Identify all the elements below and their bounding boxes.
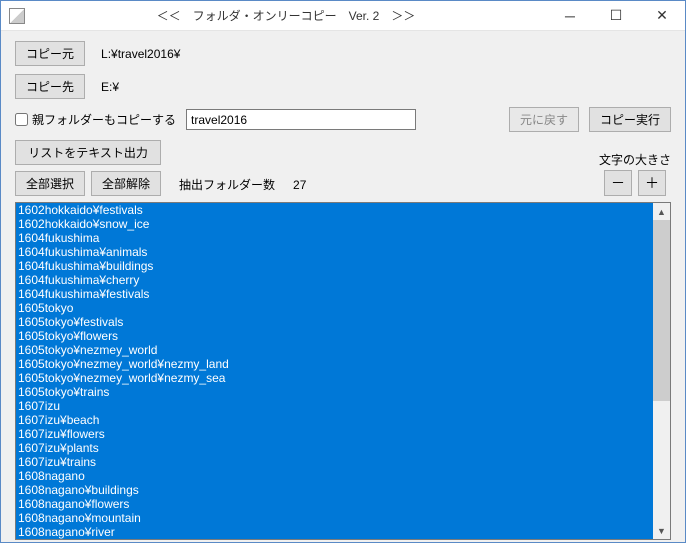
scroll-up-button[interactable]: ▲ <box>653 203 670 220</box>
folder-count-wrap: 抽出フォルダー数 27 <box>179 176 306 196</box>
list-item[interactable]: 1607izu¥plants <box>16 441 653 455</box>
font-size-minus-button[interactable]: － <box>604 170 632 196</box>
list-item[interactable]: 1608nagano¥buildings <box>16 483 653 497</box>
options-row: 親フォルダーもコピーする 元に戻す コピー実行 <box>15 107 671 132</box>
scroll-down-button[interactable]: ▼ <box>653 522 670 539</box>
app-icon <box>9 8 25 24</box>
list-item[interactable]: 1607izu¥beach <box>16 413 653 427</box>
list-item[interactable]: 1605tokyo¥festivals <box>16 315 653 329</box>
scroll-thumb[interactable] <box>653 220 670 401</box>
source-row: コピー元 L:¥travel2016¥ <box>15 41 671 66</box>
titlebar: ＜＜ フォルダ・オンリーコピー Ver. 2 ＞＞ ─ ☐ ✕ <box>1 1 685 31</box>
folder-list[interactable]: 1602hokkaido¥festivals1602hokkaido¥snow_… <box>16 203 653 539</box>
select-all-button[interactable]: 全部選択 <box>15 171 85 196</box>
folder-count-label: 抽出フォルダー数 <box>179 176 275 193</box>
font-size-buttons: － ＋ <box>604 170 666 196</box>
dest-row: コピー先 E:¥ <box>15 74 671 99</box>
list-item[interactable]: 1602hokkaido¥snow_ice <box>16 217 653 231</box>
list-item[interactable]: 1604fukushima¥cherry <box>16 273 653 287</box>
list-item[interactable]: 1605tokyo¥flowers <box>16 329 653 343</box>
folder-name-input[interactable] <box>186 109 416 130</box>
list-item[interactable]: 1608nagano¥flowers <box>16 497 653 511</box>
font-size-group: 文字の大きさ － ＋ <box>599 151 671 196</box>
folder-list-wrap: 1602hokkaido¥festivals1602hokkaido¥snow_… <box>15 202 671 540</box>
list-item[interactable]: 1605tokyo <box>16 301 653 315</box>
list-item[interactable]: 1608nagano <box>16 469 653 483</box>
list-item[interactable]: 1604fukushima <box>16 231 653 245</box>
list-item[interactable]: 1608nagano¥river <box>16 525 653 539</box>
scrollbar[interactable]: ▲ ▼ <box>653 203 670 539</box>
controls-row: リストをテキスト出力 全部選択 全部解除 抽出フォルダー数 27 文字の大きさ … <box>15 140 671 196</box>
list-item[interactable]: 1604fukushima¥festivals <box>16 287 653 301</box>
content-area: コピー元 L:¥travel2016¥ コピー先 E:¥ 親フォルダーもコピーす… <box>1 31 685 546</box>
list-item[interactable]: 1605tokyo¥trains <box>16 385 653 399</box>
list-item[interactable]: 1602hokkaido¥festivals <box>16 203 653 217</box>
list-item[interactable]: 1605tokyo¥nezmey_world¥nezmy_sea <box>16 371 653 385</box>
font-size-plus-button[interactable]: ＋ <box>638 170 666 196</box>
copy-parent-checkbox[interactable] <box>15 113 28 126</box>
deselect-all-button[interactable]: 全部解除 <box>91 171 161 196</box>
window-controls: ─ ☐ ✕ <box>547 1 685 31</box>
copy-source-button[interactable]: コピー元 <box>15 41 85 66</box>
list-item[interactable]: 1607izu¥trains <box>16 455 653 469</box>
list-item[interactable]: 1608nagano¥mountain <box>16 511 653 525</box>
undo-button[interactable]: 元に戻す <box>509 107 579 132</box>
folder-count-value: 27 <box>293 178 306 192</box>
list-item[interactable]: 1604fukushima¥buildings <box>16 259 653 273</box>
selection-buttons: 全部選択 全部解除 <box>15 171 161 196</box>
app-window: ＜＜ フォルダ・オンリーコピー Ver. 2 ＞＞ ─ ☐ ✕ コピー元 L:¥… <box>0 0 686 543</box>
font-size-label: 文字の大きさ <box>599 151 671 168</box>
minimize-button[interactable]: ─ <box>547 1 593 31</box>
copy-dest-button[interactable]: コピー先 <box>15 74 85 99</box>
source-path: L:¥travel2016¥ <box>101 47 180 61</box>
window-title: ＜＜ フォルダ・オンリーコピー Ver. 2 ＞＞ <box>25 7 547 24</box>
copy-parent-checkbox-wrap[interactable]: 親フォルダーもコピーする <box>15 111 176 128</box>
left-controls: リストをテキスト出力 全部選択 全部解除 <box>15 140 161 196</box>
run-copy-button[interactable]: コピー実行 <box>589 107 671 132</box>
list-item[interactable]: 1607izu <box>16 399 653 413</box>
list-item[interactable]: 1605tokyo¥nezmey_world <box>16 343 653 357</box>
copy-parent-label: 親フォルダーもコピーする <box>32 111 176 128</box>
scroll-track[interactable] <box>653 220 670 522</box>
dest-path: E:¥ <box>101 80 119 94</box>
close-button[interactable]: ✕ <box>639 1 685 31</box>
list-item[interactable]: 1604fukushima¥animals <box>16 245 653 259</box>
export-list-button[interactable]: リストをテキスト出力 <box>15 140 161 165</box>
maximize-button[interactable]: ☐ <box>593 1 639 31</box>
list-item[interactable]: 1607izu¥flowers <box>16 427 653 441</box>
list-item[interactable]: 1605tokyo¥nezmey_world¥nezmy_land <box>16 357 653 371</box>
